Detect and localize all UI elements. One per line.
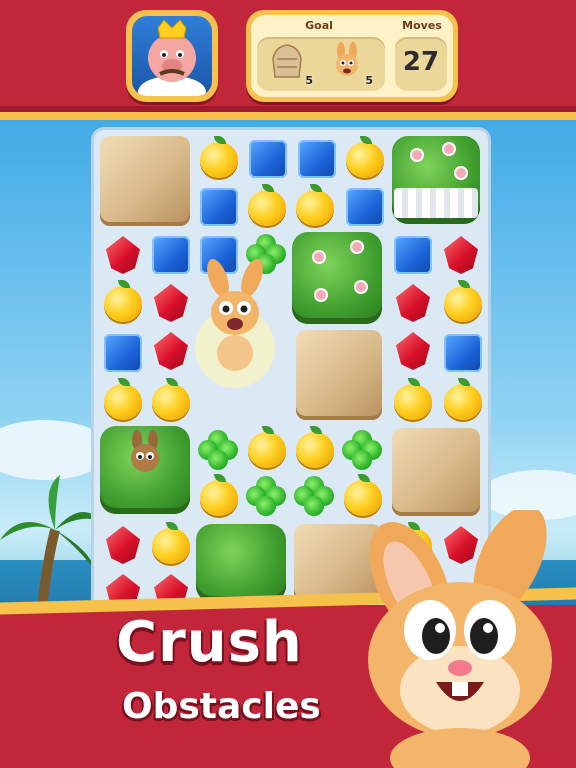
red-gem-tile[interactable] bbox=[444, 236, 478, 274]
blue-cube-tile[interactable] bbox=[249, 140, 287, 178]
apple-tile[interactable] bbox=[394, 378, 432, 420]
moves-label: Moves bbox=[402, 19, 442, 32]
flower bbox=[316, 290, 326, 300]
jumping-bunny-icon bbox=[195, 258, 275, 388]
clover-tile[interactable] bbox=[294, 476, 334, 516]
red-gem-tile[interactable] bbox=[154, 332, 188, 370]
hidden-bunny-icon bbox=[131, 430, 159, 472]
red-gem-tile[interactable] bbox=[106, 526, 140, 564]
apple-tile[interactable] bbox=[444, 378, 482, 420]
apple-tile[interactable] bbox=[248, 184, 286, 226]
garden-fence bbox=[394, 188, 478, 218]
bunny-mascot-icon bbox=[368, 510, 552, 768]
apple-tile[interactable] bbox=[444, 280, 482, 322]
flower bbox=[356, 282, 366, 292]
red-gem-tile[interactable] bbox=[396, 284, 430, 322]
apple-tile[interactable] bbox=[346, 136, 384, 178]
moves-box: 27 bbox=[395, 37, 447, 91]
blue-cube-tile[interactable] bbox=[298, 140, 336, 178]
apple-tile[interactable] bbox=[104, 280, 142, 322]
player-avatar[interactable] bbox=[126, 10, 218, 102]
banner-subtitle: Obstacles bbox=[122, 686, 321, 727]
apple-tile[interactable] bbox=[248, 426, 286, 468]
bush-obstacle[interactable] bbox=[196, 524, 286, 602]
red-gem-tile[interactable] bbox=[106, 236, 140, 274]
clover-tile[interactable] bbox=[342, 430, 382, 470]
red-gem-tile[interactable] bbox=[154, 284, 188, 322]
flower bbox=[314, 252, 324, 262]
clover-tile[interactable] bbox=[198, 430, 238, 470]
rock-pig-statue-obstacle[interactable] bbox=[392, 428, 480, 516]
blue-cube-tile[interactable] bbox=[346, 188, 384, 226]
flower bbox=[456, 168, 466, 178]
flower bbox=[352, 242, 362, 252]
moves-counter: 27 bbox=[402, 47, 440, 77]
goal-label: Goal bbox=[305, 19, 333, 32]
rock-obstacle[interactable] bbox=[100, 136, 190, 226]
goal-item-bunny: 5 bbox=[327, 41, 377, 87]
blue-cube-tile[interactable] bbox=[104, 334, 142, 372]
apple-tile[interactable] bbox=[200, 136, 238, 178]
apple-tile[interactable] bbox=[200, 474, 238, 516]
rock-statue-icon bbox=[272, 44, 302, 78]
goal-count-rock: 5 bbox=[305, 74, 313, 87]
blue-cube-tile[interactable] bbox=[152, 236, 190, 274]
goal-count-bunny: 5 bbox=[365, 74, 373, 87]
rock-statue-obstacle[interactable] bbox=[296, 330, 382, 420]
clover-tile[interactable] bbox=[246, 476, 286, 516]
blue-cube-tile[interactable] bbox=[394, 236, 432, 274]
blue-cube-tile[interactable] bbox=[200, 188, 238, 226]
apple-tile[interactable] bbox=[296, 184, 334, 226]
apple-tile[interactable] bbox=[152, 378, 190, 420]
red-gem-tile[interactable] bbox=[396, 332, 430, 370]
apple-tile[interactable] bbox=[296, 426, 334, 468]
flower bbox=[412, 150, 422, 160]
bunny-icon bbox=[336, 42, 358, 76]
flower-bush-obstacle[interactable] bbox=[292, 232, 382, 324]
apple-tile[interactable] bbox=[104, 378, 142, 420]
flower bbox=[444, 144, 454, 154]
king-pig-avatar-icon bbox=[132, 16, 212, 96]
blue-cube-tile[interactable] bbox=[444, 334, 482, 372]
goal-box: 5 5 bbox=[257, 37, 385, 91]
goal-item-rock: 5 bbox=[267, 41, 317, 87]
apple-tile[interactable] bbox=[152, 522, 190, 564]
banner-title: Crush bbox=[116, 610, 303, 675]
goal-panel: Goal Moves 5 5 27 bbox=[246, 10, 458, 102]
